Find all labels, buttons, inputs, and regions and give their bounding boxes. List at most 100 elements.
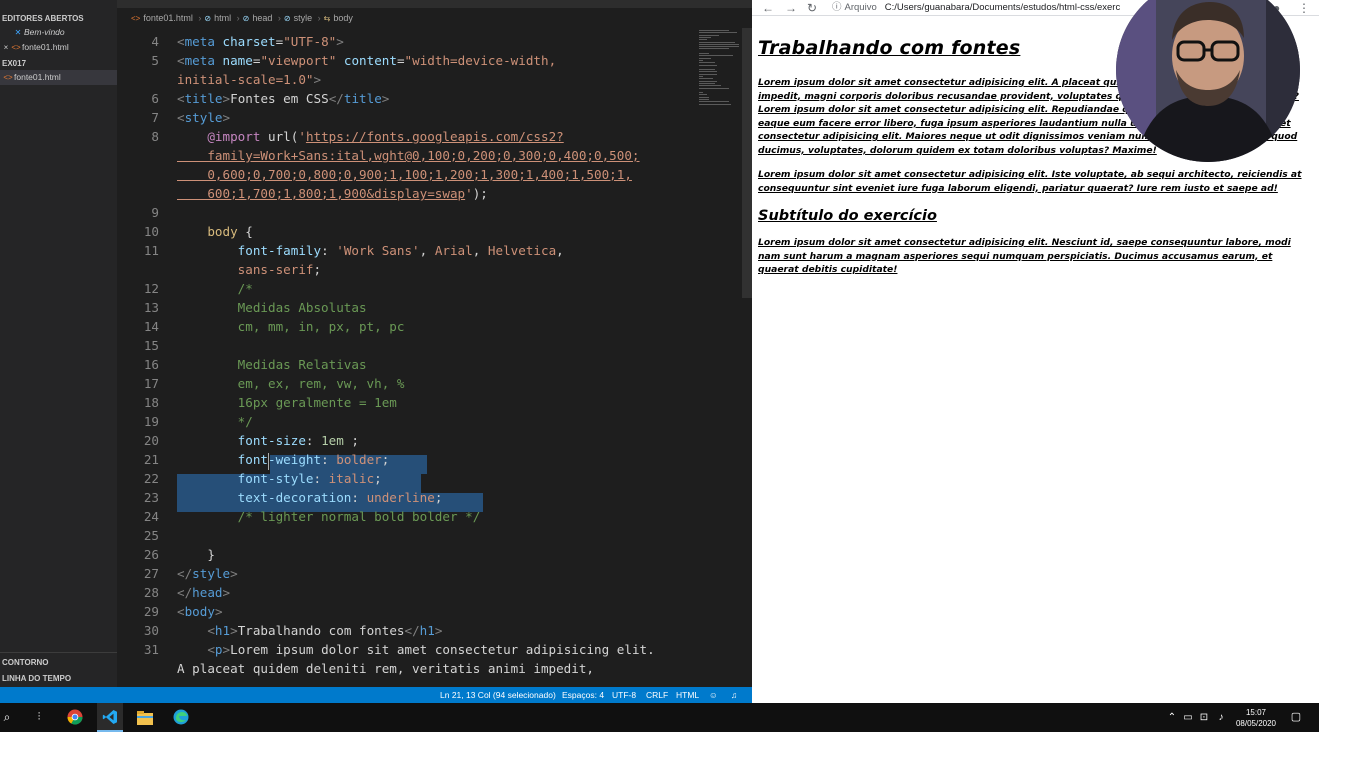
code-line: initial-scale=1.0">	[177, 70, 321, 89]
code-line: font-size: 1em ;	[177, 431, 359, 450]
explorer-bottom-panels: CONTORNO LINHA DO TEMPO	[0, 652, 117, 687]
breadcrumb-file[interactable]: fonte01.html	[143, 13, 193, 23]
edge-icon[interactable]	[170, 703, 192, 732]
breadcrumb-body[interactable]: body	[333, 13, 353, 23]
info-icon[interactable]: ⓘ	[832, 2, 842, 13]
menu-kebab-icon[interactable]: ⋮	[1298, 0, 1310, 16]
folder-header[interactable]: EX017	[0, 57, 117, 70]
windows-taskbar: ⌕ ⫶ ⌃ ▭ ⊡ ♪ 15:07 08/05/2020 ▢	[0, 703, 1319, 732]
forward-icon[interactable]: →	[785, 0, 797, 16]
open-editors-header[interactable]: EDITORES ABERTOS	[0, 12, 117, 25]
element-icon: ⊘	[204, 14, 212, 23]
breadcrumb-head[interactable]: head	[252, 13, 272, 23]
vscode-taskbar-icon[interactable]	[97, 703, 123, 732]
line-number: 22	[143, 471, 159, 486]
open-editor-welcome[interactable]: ✕ Bem-vindo	[0, 25, 117, 40]
bell-icon[interactable]: ♫	[731, 687, 737, 703]
vscode-icon: ✕	[14, 28, 22, 37]
status-language[interactable]: HTML	[676, 687, 699, 703]
element-icon: ⊘	[242, 14, 250, 23]
code-token: "viewport"	[260, 53, 344, 68]
minimap-line	[699, 53, 709, 54]
volume-icon[interactable]: ♪	[1214, 703, 1228, 732]
code-token: 'Work Sans'	[336, 243, 420, 258]
code-token: >	[214, 604, 223, 619]
minimap-line	[699, 36, 711, 38]
code-token: text-decoration	[177, 490, 352, 505]
code-line: 16px geralmente = 1em	[177, 393, 397, 412]
minimap-line	[699, 78, 713, 80]
code-token: italic	[328, 471, 375, 486]
code-line: A placeat quidem deleniti rem, veritatis…	[177, 659, 594, 678]
task-view-icon[interactable]: ⫶	[30, 703, 48, 732]
code-line: font-style: italic;	[177, 469, 382, 488]
code-token: :	[351, 490, 367, 505]
code-token: >	[336, 34, 344, 49]
search-icon[interactable]: ⌕	[0, 703, 14, 732]
minimap-line	[699, 59, 703, 61]
status-indentation[interactable]: Espaços: 4	[562, 687, 604, 703]
minimap-line	[699, 76, 703, 77]
code-editor[interactable]: 4 <meta charset="UTF-8"> 5 <meta name="view…	[117, 28, 752, 687]
open-editor-fonte01[interactable]: × <>fonte01.html	[0, 40, 117, 55]
line-number: 25	[143, 528, 159, 543]
code-token: bolder	[336, 452, 382, 467]
text-cursor	[268, 453, 269, 470]
file-explorer-icon[interactable]	[134, 703, 156, 732]
element-icon: ⊘	[283, 14, 291, 23]
editor-tabs[interactable]	[117, 0, 752, 8]
status-cursor-position[interactable]: Ln 21, 13 Col (94 selecionado)	[440, 687, 556, 703]
outline-header[interactable]: CONTORNO	[0, 655, 117, 671]
chrome-icon[interactable]	[64, 703, 86, 732]
code-line: font-family: 'Work Sans', Arial, Helveti…	[177, 241, 564, 260]
code-token: "UTF-8"	[283, 34, 337, 49]
code-line: Medidas Absolutas	[177, 298, 367, 317]
status-encoding[interactable]: UTF-8	[612, 687, 636, 703]
chevron-right-icon: ›	[236, 13, 240, 23]
editor-scrollbar[interactable]	[742, 28, 752, 298]
breadcrumb-html[interactable]: html	[214, 13, 231, 23]
minimap-line	[699, 41, 735, 43]
page-paragraph-2: Lorem ipsum dolor sit amet consectetur a…	[758, 169, 1302, 194]
line-number	[117, 659, 159, 678]
line-number: 12	[143, 281, 159, 296]
minimap[interactable]	[695, 28, 742, 108]
vscode-window: EDITORES ABERTOS ✕ Bem-vindo × <>fonte01.h…	[0, 0, 752, 703]
code-token: 600;1,700;1,800;1,900&display=swap	[177, 186, 466, 201]
feedback-icon[interactable]: ☺	[709, 687, 718, 703]
clock[interactable]: 15:07 08/05/2020	[1232, 703, 1280, 732]
code-line: sans-serif;	[177, 260, 321, 279]
code-token: </	[328, 91, 344, 106]
screen-margin-bottom	[0, 732, 1366, 768]
wifi-icon[interactable]: ⊡	[1198, 703, 1210, 732]
line-number: 11	[143, 243, 159, 258]
status-eol[interactable]: CRLF	[646, 687, 668, 703]
line-number: 27	[143, 566, 159, 581]
network-icon[interactable]: ▭	[1182, 703, 1194, 732]
code-line: family=Work+Sans:ital,wght@0,100;0,200;0…	[177, 146, 639, 165]
code-token: p	[214, 642, 223, 657]
close-icon[interactable]: ×	[2, 40, 10, 55]
reload-icon[interactable]: ↻	[807, 0, 817, 16]
chevron-up-icon[interactable]: ⌃	[1166, 703, 1178, 732]
code-token: charset	[222, 34, 276, 49]
selector-icon: ⇆	[323, 14, 331, 23]
status-bar: Ln 21, 13 Col (94 selecionado) Espaços: …	[0, 687, 752, 703]
back-icon[interactable]: ←	[762, 0, 774, 16]
line-number: 19	[143, 414, 159, 429]
breadcrumb: <> fonte01.html › ⊘ html › ⊘ head › ⊘ style › ⇆ b…	[117, 9, 752, 28]
minimap-line	[699, 71, 717, 73]
chevron-right-icon: ›	[277, 13, 281, 23]
code-token: </	[177, 585, 193, 600]
breadcrumb-style[interactable]: style	[294, 13, 313, 23]
code-token: title	[184, 91, 223, 106]
code-token: Helvetica	[487, 243, 557, 258]
timeline-header[interactable]: LINHA DO TEMPO	[0, 671, 117, 687]
code-token: <	[177, 91, 185, 106]
folder-file-fonte01[interactable]: <>fonte01.html	[0, 70, 117, 85]
code-token: >	[230, 623, 238, 638]
minimap-line	[699, 34, 719, 36]
code-token: >	[381, 91, 390, 106]
code-token: >	[222, 91, 231, 106]
notifications-icon[interactable]: ▢	[1288, 703, 1304, 732]
